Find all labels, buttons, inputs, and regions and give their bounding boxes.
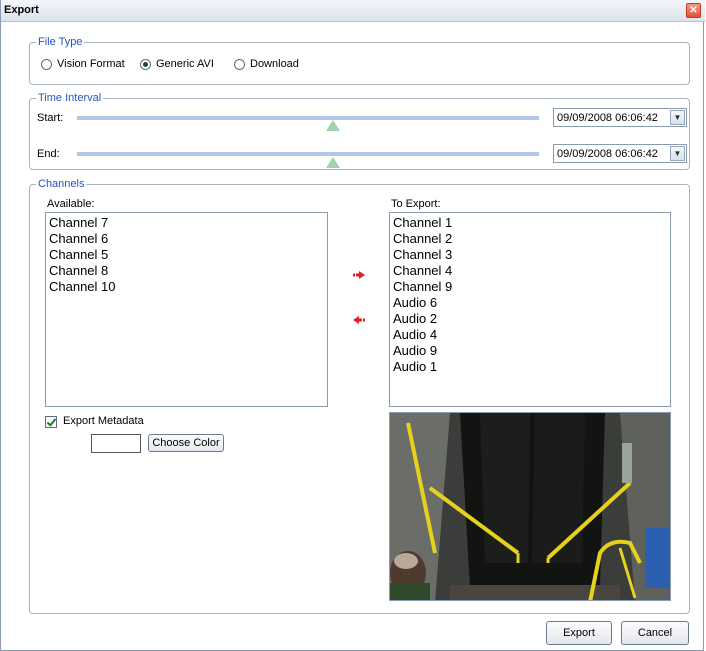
window-title: Export [4,4,39,16]
chevron-down-icon[interactable]: ▼ [670,146,685,161]
list-item[interactable]: Channel 1 [393,215,667,231]
available-channels-list[interactable]: Channel 7 Channel 6 Channel 5 Channel 8 … [45,212,328,407]
start-date-picker[interactable]: 09/09/2008 06:06:42 ▼ [553,108,687,127]
to-export-label: To Export: [391,198,441,210]
radio-circle-icon [41,58,52,70]
available-label: Available: [47,198,95,210]
title-bar[interactable]: Export ✕ [1,0,705,22]
radio-label: Download [250,58,299,70]
list-item[interactable]: Channel 6 [49,231,324,247]
end-label: End: [37,148,60,160]
radio-download[interactable]: Download [234,58,299,70]
move-left-arrow-icon[interactable] [353,316,365,324]
radio-vision-format[interactable]: Vision Format [41,58,125,70]
list-item[interactable]: Audio 2 [393,311,667,327]
file-type-group: File Type Vision Format Generic AVI Down… [29,36,690,85]
list-item[interactable]: Audio 6 [393,295,667,311]
list-item[interactable]: Audio 1 [393,359,667,375]
to-export-channels-list[interactable]: Channel 1 Channel 2 Channel 3 Channel 4 … [389,212,671,407]
export-dialog: Export ✕ File Type Vision Format Generic… [0,0,705,651]
list-item[interactable]: Channel 2 [393,231,667,247]
list-item[interactable]: Channel 9 [393,279,667,295]
list-item[interactable]: Channel 8 [49,263,324,279]
list-item[interactable]: Channel 10 [49,279,324,295]
list-item[interactable]: Channel 4 [393,263,667,279]
radio-label: Vision Format [57,58,125,70]
camera-frame-image [390,413,670,600]
end-slider-thumb[interactable] [326,157,340,168]
start-slider-thumb[interactable] [326,120,340,131]
move-right-arrow-icon[interactable] [353,271,365,279]
end-date-picker[interactable]: 09/09/2008 06:06:42 ▼ [553,144,687,163]
file-type-legend: File Type [36,36,85,48]
list-item[interactable]: Audio 4 [393,327,667,343]
export-button[interactable]: Export [546,621,612,645]
time-interval-legend: Time Interval [36,92,104,104]
start-date-value: 09/09/2008 06:06:42 [557,112,658,124]
chevron-down-icon[interactable]: ▼ [670,110,685,125]
list-item[interactable]: Channel 7 [49,215,324,231]
radio-selected-icon [140,58,151,70]
color-swatch[interactable] [91,434,141,453]
list-item[interactable]: Channel 5 [49,247,324,263]
export-metadata-label: Export Metadata [63,415,144,427]
cancel-button[interactable]: Cancel [621,621,689,645]
list-item[interactable]: Audio 9 [393,343,667,359]
radio-generic-avi[interactable]: Generic AVI [140,58,214,70]
radio-circle-icon [234,58,245,70]
start-slider-track[interactable] [77,116,539,120]
end-slider-track[interactable] [77,152,539,156]
export-metadata-checkbox[interactable] [45,416,57,428]
list-item[interactable]: Channel 3 [393,247,667,263]
choose-color-button[interactable]: Choose Color [148,434,224,452]
video-preview [389,412,671,601]
channels-legend: Channels [36,178,87,190]
radio-label: Generic AVI [156,58,214,70]
start-label: Start: [37,112,64,124]
end-date-value: 09/09/2008 06:06:42 [557,148,658,160]
close-icon[interactable]: ✕ [686,3,701,18]
